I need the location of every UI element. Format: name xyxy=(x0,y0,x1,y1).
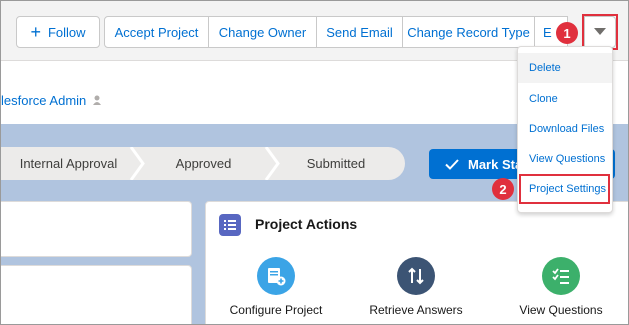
change-owner-icon[interactable] xyxy=(92,95,104,105)
send-email-button[interactable]: Send Email xyxy=(317,16,403,48)
callout-highlight-menu xyxy=(582,14,618,50)
change-owner-button[interactable]: Change Owner xyxy=(209,16,317,48)
action-label: View Questions xyxy=(519,303,603,317)
checklist-icon xyxy=(542,257,580,295)
plus-icon: + xyxy=(30,22,41,42)
app-frame: + Follow Accept Project Change Owner Sen… xyxy=(0,0,629,325)
menu-item-clone[interactable]: Clone xyxy=(518,84,612,114)
follow-label: Follow xyxy=(47,24,86,40)
sort-icon xyxy=(397,257,435,295)
action-view-questions[interactable]: View Questions xyxy=(501,257,621,317)
action-label: Configure Project xyxy=(229,303,323,317)
check-icon xyxy=(445,158,459,170)
callout-highlight-settings xyxy=(519,174,610,204)
record-owner: lesforce Admin xyxy=(1,93,104,108)
action-configure-project[interactable]: Configure Project xyxy=(216,257,336,317)
project-actions-card: Project Actions Configure Project Retrie… xyxy=(205,201,628,324)
callout-badge-2: 2 xyxy=(492,178,514,200)
status-path: Internal Approval Approved Submitted xyxy=(1,147,405,180)
left-card-bottom xyxy=(1,265,192,324)
left-card-top xyxy=(1,201,192,257)
callout-badge-1: 1 xyxy=(556,22,578,44)
action-button-group: Accept Project Change Owner Send Email C… xyxy=(104,16,568,48)
action-retrieve-answers[interactable]: Retrieve Answers xyxy=(356,257,476,317)
project-actions-title: Project Actions xyxy=(255,216,358,232)
change-record-type-button[interactable]: Change Record Type xyxy=(403,16,535,48)
configure-icon xyxy=(257,257,295,295)
action-label: Retrieve Answers xyxy=(369,303,463,317)
path-step-approved[interactable]: Approved xyxy=(136,147,271,180)
accept-project-button[interactable]: Accept Project xyxy=(104,16,209,48)
path-step-internal-approval[interactable]: Internal Approval xyxy=(1,147,136,180)
follow-button[interactable]: + Follow xyxy=(16,16,100,48)
menu-item-delete[interactable]: Delete xyxy=(518,53,612,83)
path-step-submitted[interactable]: Submitted xyxy=(271,147,401,180)
menu-item-view-questions[interactable]: View Questions xyxy=(518,144,612,174)
owner-link[interactable]: lesforce Admin xyxy=(1,93,86,108)
menu-item-download-files[interactable]: Download Files xyxy=(518,114,612,144)
list-icon xyxy=(219,214,241,236)
